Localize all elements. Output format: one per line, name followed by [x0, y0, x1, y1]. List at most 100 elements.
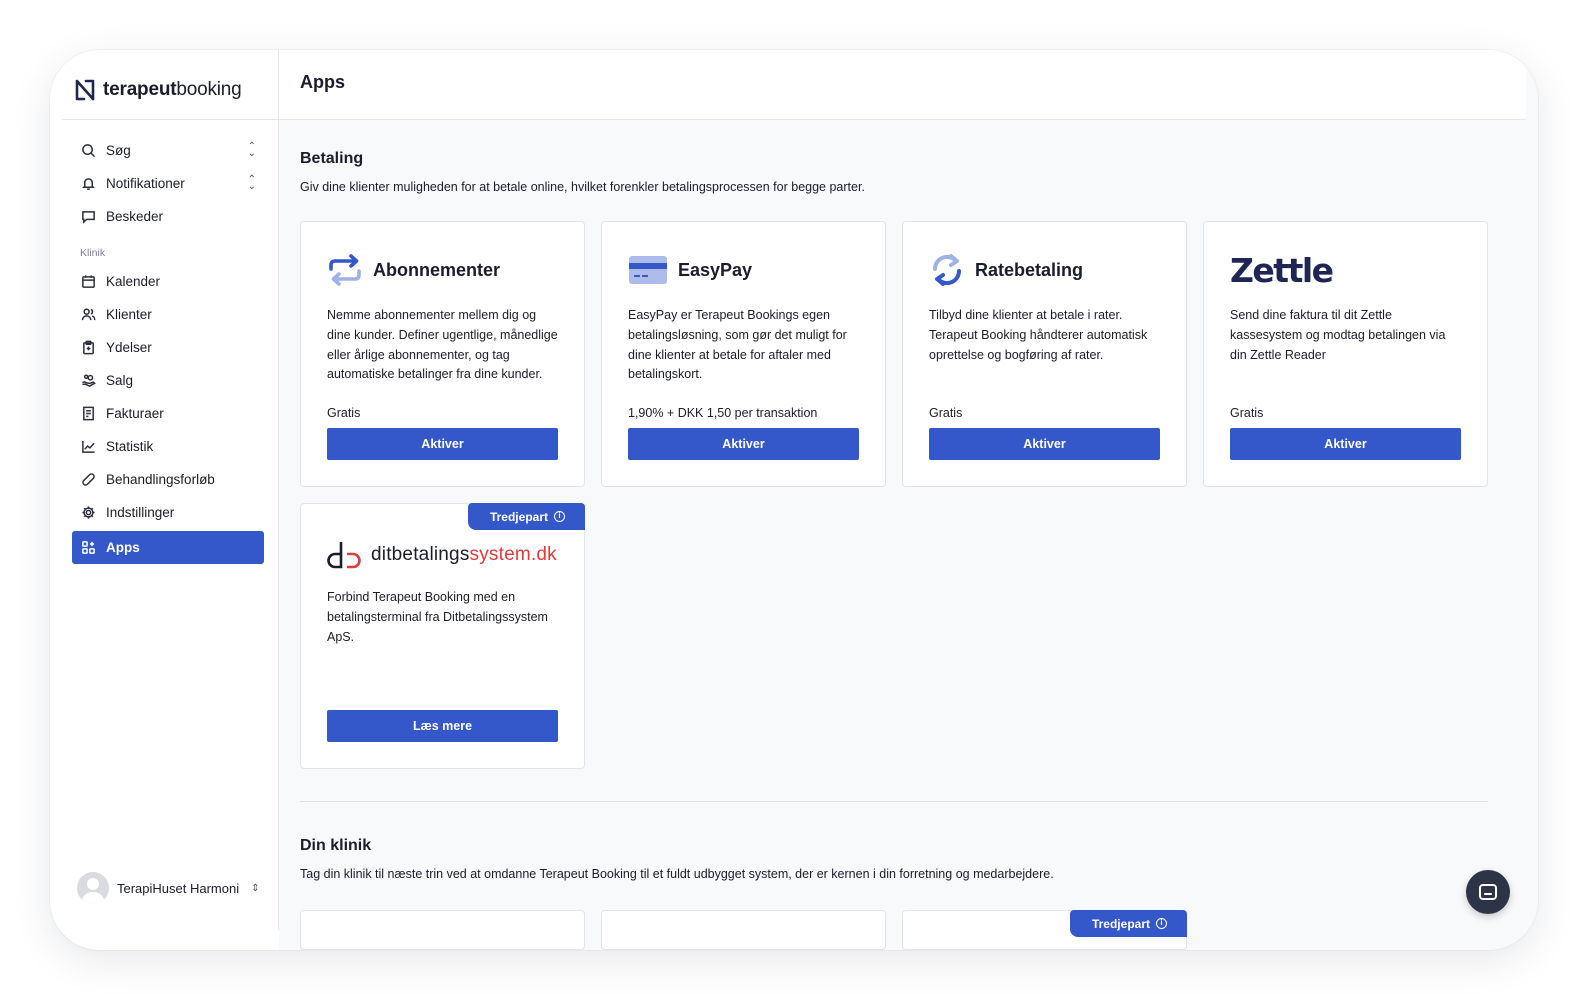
sidebar-item-label: Behandlingsforløb: [106, 472, 215, 487]
divider: [62, 119, 278, 120]
sidebar-item-settings[interactable]: Indstillinger: [72, 496, 264, 529]
sidebar-item-sales[interactable]: Salg: [72, 364, 264, 397]
activate-button[interactable]: Aktiver: [1230, 428, 1461, 460]
brand-name-light: booking: [176, 79, 242, 100]
message-icon: [80, 209, 96, 225]
app-card-zettle: Zettle Send dine faktura til dit Zettle …: [1203, 221, 1488, 487]
sidebar-item-search[interactable]: Søg ⌃ ⌄: [72, 134, 264, 167]
repeat-arrows-icon: [329, 254, 361, 286]
sidebar-item-treatment[interactable]: Behandlingsforløb: [72, 463, 264, 496]
main-content: Apps Betaling Giv dine klienter mulighed…: [279, 50, 1538, 950]
card-header: Abonnementer: [327, 252, 500, 288]
payment-cards: Abonnementer Nemme abonnementer mellem d…: [300, 221, 1488, 781]
info-icon: i: [554, 511, 565, 522]
card-price: Gratis: [929, 406, 963, 420]
section-description-payment: Giv dine klienter muligheden for at beta…: [300, 180, 865, 194]
avatar: [77, 872, 109, 904]
chat-icon: [1479, 884, 1497, 900]
chevron-updown-icon: ⌃ ⌄: [247, 174, 256, 192]
badge-label: Tredjepart: [489, 509, 548, 524]
app-card-ratebetaling: Ratebetaling Tilbyd dine klienter at bet…: [902, 221, 1187, 487]
sidebar-nav: Søg ⌃ ⌄ Notifikationer ⌃ ⌄ Beskeder Klinik…: [72, 134, 264, 564]
sidebar-item-label: Ydelser: [106, 340, 152, 355]
sidebar-item-label: Fakturaer: [106, 406, 164, 421]
clipboard-icon: [80, 340, 96, 356]
app-card-peek: [300, 910, 585, 950]
sidebar-item-label: Apps: [106, 540, 140, 555]
ditbetalingssystem-logo: ditbetalingssystem.dk: [327, 540, 557, 570]
card-title: Abonnementer: [373, 259, 501, 280]
db-logo-mark-icon: [327, 542, 361, 569]
invoice-icon: [80, 406, 96, 422]
sidebar-item-label: Salg: [106, 373, 134, 388]
card-title: Ratebetaling: [975, 259, 1084, 280]
bandage-icon: [80, 472, 96, 488]
page-title: Apps: [300, 72, 345, 92]
card-price: 1,90% + DKK 1,50 per transaktion: [628, 406, 818, 420]
sidebar-item-label: Klienter: [106, 307, 152, 322]
apps-icon: [80, 540, 96, 556]
info-icon: i: [1156, 918, 1167, 929]
chevron-updown-icon: ⌃ ⌄: [247, 141, 256, 159]
sidebar-item-notifications[interactable]: Notifikationer ⌃ ⌄: [72, 167, 264, 200]
calendar-icon: [80, 274, 96, 290]
bell-icon: [80, 176, 96, 192]
sidebar: terapeutbooking Søg ⌃ ⌄ Notifikationer ⌃ ⌄…: [50, 50, 279, 930]
zettle-logo: Zettle: [1230, 250, 1334, 290]
brand-logo[interactable]: terapeutbooking: [73, 78, 242, 102]
sidebar-item-label: Kalender: [106, 274, 161, 289]
logo-text-dark: ditbetalings: [371, 544, 470, 565]
logo-text-red: system.dk: [469, 544, 557, 565]
sidebar-item-invoices[interactable]: Fakturaer: [72, 397, 264, 430]
sidebar-item-label: Indstillinger: [106, 505, 175, 520]
card-description: Send dine faktura til dit Zettle kassesy…: [1230, 308, 1446, 362]
activate-button[interactable]: Aktiver: [628, 428, 859, 460]
sidebar-item-calendar[interactable]: Kalender: [72, 265, 264, 298]
section-title-payment: Betaling: [300, 150, 364, 167]
chevron-updown-icon: ⇕: [251, 882, 260, 894]
users-icon: [80, 307, 96, 323]
card-header: EasyPay: [628, 252, 752, 288]
sidebar-item-apps[interactable]: Apps: [72, 531, 264, 564]
app-card-peek: [601, 910, 886, 950]
section-title-clinic: Din klinik: [300, 837, 372, 854]
search-icon: [80, 143, 96, 159]
card-description: Forbind Terapeut Booking med en betaling…: [327, 590, 548, 644]
sidebar-item-messages[interactable]: Beskeder: [72, 200, 264, 233]
activate-button[interactable]: Aktiver: [929, 428, 1160, 460]
card-header: ditbetalingssystem.dk: [327, 537, 557, 573]
sidebar-item-clients[interactable]: Klienter: [72, 298, 264, 331]
brand-name-bold: terapeut: [103, 79, 177, 100]
third-party-badge[interactable]: Tredjepart i: [1069, 910, 1187, 937]
section-description-clinic: Tag din klinik til næste trin ved at omd…: [300, 867, 1054, 881]
app-card-ditbetalingssystem: Tredjepart i ditbetalingssystem.dk Forbi…: [300, 503, 585, 769]
card-description: Tilbyd dine klienter at betale i rater. …: [929, 308, 1148, 362]
clinic-section: Din klinik Tag din klinik til næste trin…: [300, 837, 1054, 881]
sidebar-item-label: Statistik: [106, 439, 154, 454]
section-label-klinik: Klinik: [80, 247, 106, 259]
sidebar-item-label: Søg: [106, 143, 131, 158]
chat-launcher-button[interactable]: [1466, 870, 1510, 914]
chart-icon: [80, 439, 96, 455]
divider: [300, 801, 1488, 802]
app-window: terapeutbooking Søg ⌃ ⌄ Notifikationer ⌃ ⌄…: [50, 50, 1538, 950]
read-more-button[interactable]: Læs mere: [327, 710, 558, 742]
hand-coins-icon: [80, 373, 96, 389]
card-description: Nemme abonnementer mellem dig og dine ku…: [327, 308, 558, 382]
page-header: Apps: [279, 50, 1526, 120]
sidebar-item-statistics[interactable]: Statistik: [72, 430, 264, 463]
sidebar-item-label: Notifikationer: [106, 176, 185, 191]
brand-mark-icon: [75, 79, 95, 101]
refresh-icon: [932, 254, 962, 286]
profile-name: TerapiHuset Harmoni: [117, 880, 240, 896]
gear-icon: [80, 505, 96, 521]
apps-content: Betaling Giv dine klienter muligheden fo…: [300, 150, 1488, 950]
card-title: EasyPay: [678, 259, 753, 280]
activate-button[interactable]: Aktiver: [327, 428, 558, 460]
app-card-abonnementer: Abonnementer Nemme abonnementer mellem d…: [300, 221, 585, 487]
sidebar-item-services[interactable]: Ydelser: [72, 331, 264, 364]
card-header: Zettle: [1230, 250, 1334, 290]
card-price: Gratis: [327, 406, 361, 420]
third-party-badge[interactable]: Tredjepart i: [467, 503, 585, 530]
profile-switcher[interactable]: TerapiHuset Harmoni ⇕: [77, 872, 260, 904]
